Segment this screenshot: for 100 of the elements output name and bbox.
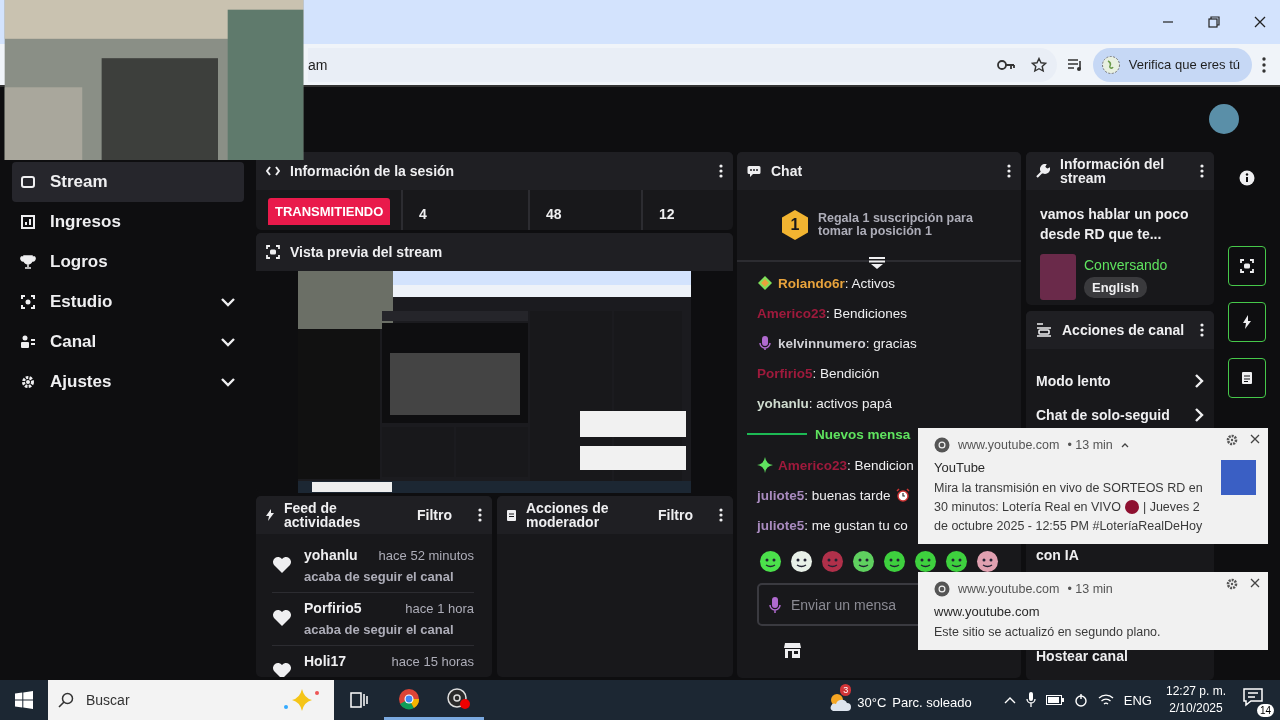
clock-time[interactable]: 12:27 p. m. [1165, 683, 1226, 700]
chevron-down-icon[interactable] [220, 297, 236, 307]
diamond-badge-icon [757, 275, 773, 291]
emote-icon[interactable] [883, 550, 906, 573]
language-tag[interactable]: English [1084, 276, 1147, 298]
settings-icon[interactable] [1226, 578, 1238, 590]
notification-title: YouTube [934, 460, 987, 475]
chat-message: : Bendicion [847, 457, 914, 473]
search-icon [58, 692, 74, 708]
notification-text: Mira la transmisión en vivo de SORTEOS RD en [934, 480, 1203, 495]
emote-icon[interactable] [976, 550, 999, 573]
emote-icon[interactable] [945, 550, 968, 573]
profile-button[interactable]: Verifica que eres tú [1092, 47, 1252, 82]
sidebar-item[interactable]: Ajustes [12, 362, 244, 402]
recorder-app-icon[interactable] [447, 687, 471, 710]
browser-logo-icon [934, 581, 950, 597]
notification-text: | Jueves 2 [1142, 499, 1200, 514]
chevron-up-icon[interactable] [1003, 696, 1016, 704]
info-icon[interactable] [1239, 170, 1255, 186]
user-avatar[interactable] [1209, 103, 1239, 134]
emote-icon[interactable] [852, 550, 875, 573]
frame-icon [20, 294, 36, 310]
store-icon[interactable] [784, 642, 801, 658]
person-list-icon [20, 334, 36, 350]
url-text: am [308, 56, 329, 73]
channel-action-item[interactable]: Chat de solo-seguid [1036, 405, 1204, 425]
activity-username: Porfirio5 [304, 600, 363, 616]
notification-toast[interactable]: www.youtube.com • 13 min YouTube Mira la transmisión en vivo de SORTEOS RD en 30 minutos: Lotería Real en VIVO | Jueves 2 de octubre 2025 - 12:55 PM #LoteríaRealDeHoy [918, 428, 1268, 544]
power-plan-icon[interactable] [1073, 693, 1088, 707]
more-icon[interactable] [719, 508, 723, 522]
note-icon [507, 509, 516, 521]
scroll-down-icon[interactable] [869, 257, 885, 269]
message-input[interactable]: Enviar un mensa [791, 596, 903, 613]
chat-username[interactable]: yohanlu [757, 395, 809, 411]
browser-logo-icon [934, 437, 950, 453]
battery-icon[interactable] [1045, 695, 1064, 705]
sidebar-item[interactable]: Canal [12, 322, 244, 362]
wifi-icon[interactable] [1097, 693, 1114, 707]
arrows-icon [266, 165, 280, 177]
sidebar-item[interactable]: Stream [12, 162, 244, 202]
task-view-icon[interactable] [350, 692, 368, 708]
more-icon[interactable] [478, 508, 482, 522]
activity-description: acaba de seguir el canal [304, 621, 455, 637]
weather-widget[interactable]: 3 30°C Parc. soleado [827, 683, 972, 717]
activity-description: acaba de seguir el canal [304, 568, 455, 584]
more-icon[interactable] [719, 164, 723, 178]
heart-icon [272, 662, 292, 677]
sidebar-item[interactable]: Logros [12, 242, 244, 282]
close-icon[interactable] [1250, 434, 1260, 444]
clock-date[interactable]: 2/10/2025 [1169, 700, 1223, 717]
emote-icon[interactable] [759, 550, 782, 573]
notification-center-icon[interactable] [1242, 687, 1264, 707]
quick-action-button[interactable] [1228, 302, 1266, 342]
chat-username[interactable]: Rolando6r [778, 275, 845, 291]
filter-button[interactable]: Filtro [401, 507, 468, 523]
sidebar-item[interactable]: Ingresos [12, 202, 244, 242]
notification-toast[interactable]: www.youtube.com • 13 min www.youtube.com Este sitio se actualizó en segundo plano. [918, 572, 1268, 650]
notification-count-badge: 14 [1256, 704, 1274, 717]
collapse-caret-icon[interactable] [1120, 442, 1129, 448]
emote-icon[interactable] [914, 550, 937, 573]
chevron-down-icon[interactable] [220, 377, 236, 387]
category-link[interactable]: Conversando [1084, 256, 1168, 273]
sidebar-label: Estudio [50, 292, 114, 312]
lightning-icon [1240, 315, 1254, 329]
more-icon[interactable] [1200, 164, 1204, 178]
more-icon[interactable] [1262, 56, 1266, 73]
filter-button[interactable]: Filtro [642, 507, 709, 523]
key-icon[interactable] [996, 58, 1015, 71]
notification-source: www.youtube.com [958, 582, 1060, 596]
more-icon[interactable] [1007, 164, 1011, 178]
quick-action-button[interactable] [1228, 246, 1266, 286]
chat-bubble-icon [747, 165, 761, 177]
address-bar[interactable]: am [308, 47, 1057, 82]
activity-item[interactable]: Porfirio5 hace 1 hora acaba de seguir el canal [272, 595, 474, 646]
sidebar-label: Ajustes [50, 372, 113, 392]
channel-action-item[interactable]: con IA [1036, 545, 1204, 565]
language-indicator[interactable]: ENG [1123, 692, 1152, 708]
chrome-icon[interactable] [398, 687, 420, 710]
sidebar-item[interactable]: Estudio [12, 282, 244, 322]
channel-action-item[interactable]: Modo lento [1036, 371, 1204, 391]
notification-source: www.youtube.com [958, 438, 1060, 452]
more-icon[interactable] [1200, 323, 1204, 337]
sidebar-label: Canal [50, 332, 98, 352]
star-icon[interactable] [1030, 56, 1047, 73]
activity-item[interactable]: yohanlu hace 52 minutos acaba de seguir el canal [272, 542, 474, 593]
chat-username[interactable]: kelvinnumero [778, 335, 866, 351]
stat-value: 48 [528, 190, 641, 230]
settings-icon[interactable] [1226, 434, 1238, 446]
chevron-down-icon[interactable] [220, 337, 236, 347]
windows-start-icon[interactable] [15, 691, 33, 709]
chevron-right-icon[interactable] [1194, 373, 1204, 389]
emote-icon[interactable] [790, 550, 813, 573]
taskbar-search[interactable]: Buscar [48, 680, 334, 720]
chevron-right-icon[interactable] [1194, 407, 1204, 423]
close-icon[interactable] [1250, 578, 1260, 588]
microphone-icon[interactable] [1025, 692, 1036, 708]
quick-action-button[interactable] [1228, 358, 1266, 398]
notification-time: • 13 min [1067, 438, 1113, 452]
media-queue-icon[interactable] [1066, 57, 1083, 72]
camera-list-icon [1036, 323, 1052, 337]
